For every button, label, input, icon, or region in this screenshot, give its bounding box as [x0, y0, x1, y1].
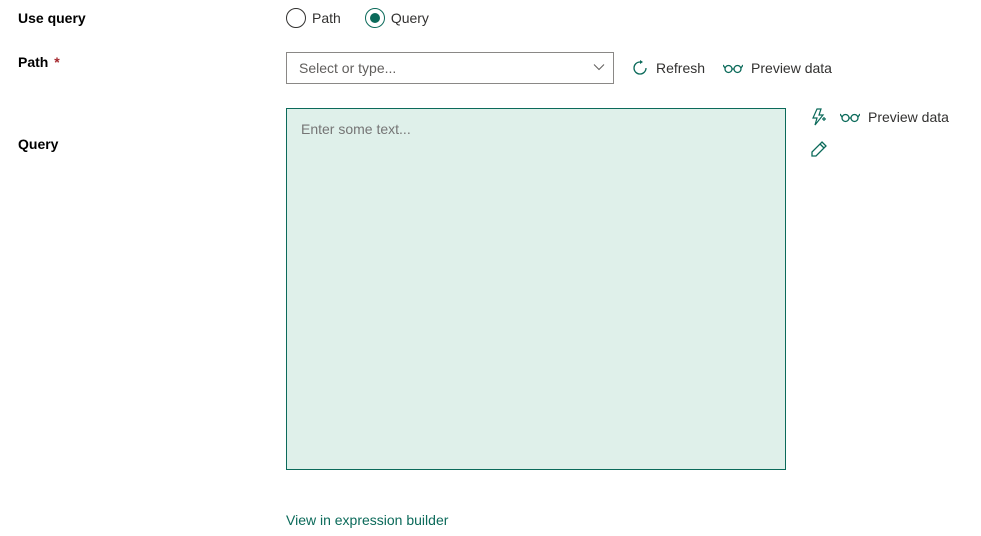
query-row: Query Preview data — [18, 108, 963, 470]
query-textarea[interactable] — [286, 108, 786, 470]
path-row: Path * Select or type... Refresh Preview… — [18, 52, 963, 84]
use-query-row: Use query Path Query — [18, 8, 963, 28]
chevron-down-icon — [593, 60, 605, 76]
refresh-label: Refresh — [656, 60, 705, 76]
lightning-button[interactable] — [810, 108, 828, 126]
glasses-icon — [840, 110, 860, 124]
query-controls: Preview data — [286, 108, 949, 470]
refresh-icon — [632, 60, 648, 76]
query-side-row-1: Preview data — [810, 108, 949, 126]
radio-path[interactable]: Path — [286, 8, 341, 28]
required-star: * — [54, 54, 59, 70]
preview-data-button[interactable]: Preview data — [723, 60, 832, 76]
path-controls: Select or type... Refresh Preview data — [286, 52, 832, 84]
radio-query[interactable]: Query — [365, 8, 429, 28]
pencil-icon — [810, 140, 828, 158]
expression-builder-link[interactable]: View in expression builder — [286, 512, 448, 528]
radio-query-label: Query — [391, 10, 429, 26]
use-query-radio-group: Path Query — [286, 8, 429, 28]
radio-selected-icon — [365, 8, 385, 28]
path-label-container: Path * — [18, 52, 286, 70]
preview-data-label: Preview data — [751, 60, 832, 76]
radio-dot-icon — [370, 13, 380, 23]
query-side-actions: Preview data — [810, 108, 949, 158]
path-placeholder: Select or type... — [299, 60, 396, 76]
preview-data-label-2: Preview data — [868, 109, 949, 125]
lightning-icon — [810, 108, 828, 126]
edit-button[interactable] — [810, 140, 828, 158]
query-side-row-2 — [810, 140, 949, 158]
preview-data-button-2[interactable]: Preview data — [840, 109, 949, 125]
use-query-controls: Path Query — [286, 8, 429, 28]
refresh-button[interactable]: Refresh — [632, 60, 705, 76]
path-label: Path — [18, 54, 48, 70]
use-query-label: Use query — [18, 8, 286, 26]
glasses-icon — [723, 61, 743, 75]
path-combobox[interactable]: Select or type... — [286, 52, 614, 84]
query-label: Query — [18, 108, 286, 152]
radio-unselected-icon — [286, 8, 306, 28]
radio-path-label: Path — [312, 10, 341, 26]
